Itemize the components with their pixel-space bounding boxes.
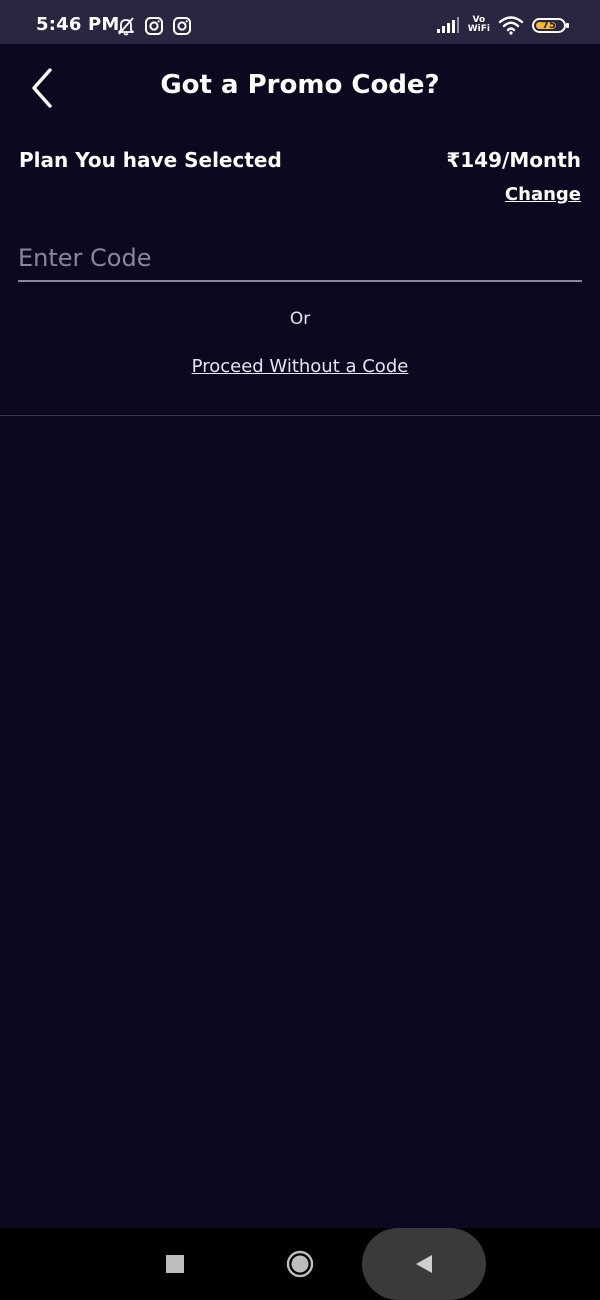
battery-level-text: 75 <box>542 19 556 31</box>
status-right-group: Vo WiFi 75 <box>436 13 569 37</box>
nav-back-button[interactable] <box>394 1228 454 1300</box>
triangle-back-icon <box>416 1255 432 1273</box>
battery-icon: 75 <box>532 17 569 33</box>
divider <box>0 415 600 416</box>
page-header: Got a Promo Code? <box>0 44 600 132</box>
wifi-icon <box>498 16 524 35</box>
status-bar: 5:46 PM Vo WiFi 75 <box>0 0 600 44</box>
home-button[interactable] <box>270 1228 330 1300</box>
instagram-icon <box>173 17 191 35</box>
plan-label: Plan You have Selected <box>19 148 282 172</box>
vowifi-label: Vo WiFi <box>468 16 490 34</box>
promo-code-input[interactable] <box>18 236 582 282</box>
page-title: Got a Promo Code? <box>160 70 440 100</box>
status-time: 5:46 PM <box>36 14 120 35</box>
circle-icon <box>286 1250 314 1278</box>
system-nav-bar <box>0 1228 600 1300</box>
change-plan-link[interactable]: Change <box>505 184 581 205</box>
square-icon <box>166 1255 184 1273</box>
plan-price: ₹149/Month <box>446 148 581 172</box>
instagram-icon <box>145 17 163 35</box>
or-separator: Or <box>289 309 311 329</box>
signal-icon <box>436 17 459 33</box>
vowifi-bottom: WiFi <box>467 24 490 34</box>
recents-button[interactable] <box>145 1228 205 1300</box>
proceed-without-code-link[interactable]: Proceed Without a Code <box>0 356 600 377</box>
bell-off-icon <box>118 17 134 36</box>
